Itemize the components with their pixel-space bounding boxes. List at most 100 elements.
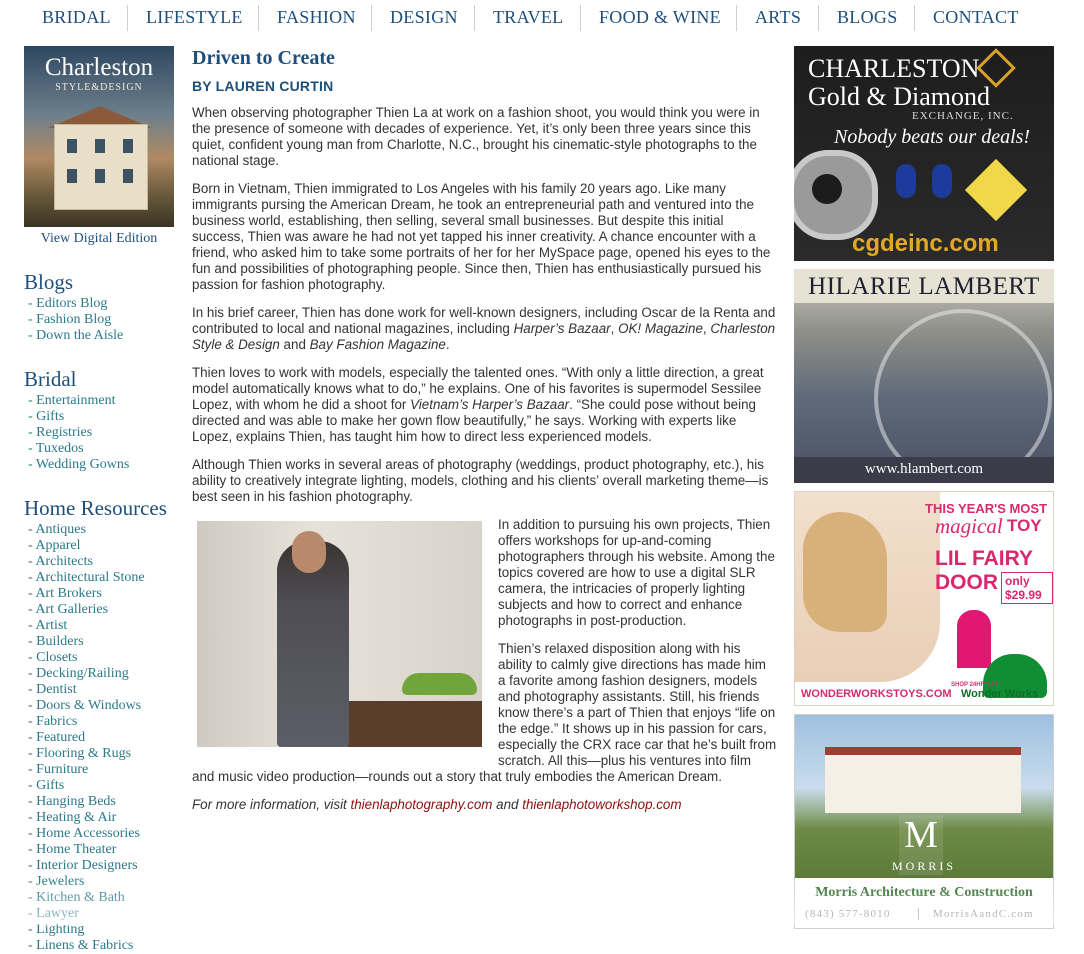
bridal-list: - Entertainment - Gifts - Registries - Tuxe… — [24, 393, 174, 473]
paragraph-text: , — [610, 321, 619, 336]
home-resources-link[interactable]: - Doors & Windows — [28, 698, 174, 714]
home-resources-link[interactable]: - Antiques — [28, 522, 174, 538]
home-resources-link[interactable]: - Decking/Railing — [28, 666, 174, 682]
fairy-door-ad[interactable]: THIS YEAR'S MOST magical TOY LIL FAIRY D… — [794, 491, 1054, 706]
nav-design[interactable]: DESIGN — [390, 7, 458, 28]
home-resources-list: - Antiques - Apparel - Architects - Archite… — [24, 522, 174, 954]
home-resources-link[interactable]: - Featured — [28, 730, 174, 746]
blogs-link[interactable]: - Down the Aisle — [28, 328, 174, 344]
magazine-name: Harper’s Bazaar — [513, 321, 611, 336]
ad-gold-url: cgdeinc.com — [852, 230, 999, 257]
morris-logo-letter: M — [904, 814, 938, 856]
home-resources-heading[interactable]: Home Resources — [24, 496, 174, 520]
article: Driven to Create BY LAUREN CURTIN When o… — [192, 46, 777, 825]
gold-diamond-ad[interactable]: CHARLESTON Gold & Diamond EXCHANGE, INC.… — [794, 46, 1054, 261]
article-paragraph: When observing photographer Thien La at … — [192, 105, 760, 168]
home-resources-link[interactable]: - Home Accessories — [28, 826, 174, 842]
ad-fairy-url: WONDERWORKSTOYS.COM — [801, 688, 952, 700]
cover-window — [95, 139, 105, 153]
home-resources-link[interactable]: - Architectural Stone — [28, 570, 174, 586]
magazine-name: Vietnam’s Harper’s Bazaar — [410, 397, 570, 412]
cover-window — [67, 169, 77, 183]
girl-hair — [803, 512, 887, 632]
article-paragraph: Although Thien works in several areas of… — [192, 457, 769, 504]
nav-food-wine[interactable]: FOOD & WINE — [599, 7, 721, 28]
home-resources-link[interactable]: - Closets — [28, 650, 174, 666]
home-resources-link[interactable]: - Furniture — [28, 762, 174, 778]
bridal-link[interactable]: - Registries — [28, 425, 174, 441]
photo-table — [347, 701, 482, 747]
hilarie-lambert-ad[interactable]: HILARIE LAMBERT www.hlambert.com — [794, 269, 1054, 483]
nav-divider — [371, 5, 372, 31]
ad-hilarie-url: www.hlambert.com — [864, 461, 984, 477]
home-resources-link[interactable]: - Lighting — [28, 922, 174, 938]
home-resources-link[interactable]: - Jewelers — [28, 874, 174, 890]
thienlaphotography-link[interactable]: thienlaphotography.com — [351, 797, 493, 812]
home-resources-link[interactable]: - Hanging Beds — [28, 794, 174, 810]
thienlaphotoworkshop-link[interactable]: thienlaphotoworkshop.com — [522, 797, 681, 812]
home-resources-link[interactable]: - Kitchen & Bath — [28, 890, 174, 906]
article-paragraph: Thien loves to work with models, especia… — [192, 365, 777, 445]
ad-gold-line2: Gold & Diamond — [808, 82, 990, 111]
home-resources-link[interactable]: - Architects — [28, 554, 174, 570]
nav-travel[interactable]: TRAVEL — [493, 7, 563, 28]
nav-divider — [474, 5, 475, 31]
photographer-portrait-image — [197, 521, 482, 747]
paragraph-text: and — [279, 337, 310, 352]
more-info-text: and — [492, 797, 523, 812]
blogs-heading[interactable]: Blogs — [24, 270, 174, 294]
nav-arts[interactable]: ARTS — [755, 7, 801, 28]
photo-head — [292, 531, 326, 573]
sapphire-earring-image — [896, 164, 916, 198]
plantation-house — [825, 747, 1021, 813]
home-resources-link[interactable]: - Art Galleries — [28, 602, 174, 618]
left-sidebar: Charleston STYLE&DESIGN View Digital Edi… — [24, 46, 174, 954]
ad-gold-line3: EXCHANGE, INC. — [912, 110, 1014, 122]
nav-bridal[interactable]: BRIDAL — [42, 7, 111, 28]
bridal-link[interactable]: - Gifts — [28, 409, 174, 425]
nav-divider — [818, 5, 819, 31]
home-resources-link[interactable]: - Linens & Fabrics — [28, 938, 174, 954]
home-resources-link[interactable]: - Builders — [28, 634, 174, 650]
magazine-name: OK! Magazine — [618, 321, 703, 336]
nav-blogs[interactable]: BLOGS — [837, 7, 898, 28]
bridal-link[interactable]: - Wedding Gowns — [28, 457, 174, 473]
right-ad-column: CHARLESTON Gold & Diamond EXCHANGE, INC.… — [794, 46, 1054, 937]
bridal-heading[interactable]: Bridal — [24, 367, 174, 391]
cover-window — [95, 169, 105, 183]
home-resources-link[interactable]: - Heating & Air — [28, 810, 174, 826]
cover-window — [123, 169, 133, 183]
home-resources-link[interactable]: - Fabrics — [28, 714, 174, 730]
home-resources-link[interactable]: - Gifts — [28, 778, 174, 794]
home-resources-link[interactable]: - Art Brokers — [28, 586, 174, 602]
bridal-link[interactable]: - Entertainment — [28, 393, 174, 409]
home-resources-link[interactable]: - Flooring & Rugs — [28, 746, 174, 762]
home-resources-link[interactable]: - Home Theater — [28, 842, 174, 858]
nav-contact[interactable]: CONTACT — [933, 7, 1019, 28]
home-resources-link[interactable]: - Apparel — [28, 538, 174, 554]
blogs-link[interactable]: - Editors Blog — [28, 296, 174, 312]
ad-hilarie-name: HILARIE LAMBERT — [808, 273, 1040, 300]
magazine-cover-image[interactable]: Charleston STYLE&DESIGN — [24, 46, 174, 227]
home-resources-link[interactable]: - Interior Designers — [28, 858, 174, 874]
view-digital-edition-link[interactable]: View Digital Edition — [24, 231, 174, 247]
home-resources-link[interactable]: - Lawyer — [28, 906, 174, 922]
magazine-name: Bay Fashion Magazine — [309, 337, 446, 352]
watch-image — [794, 150, 878, 240]
blogs-link[interactable]: - Fashion Blog — [28, 312, 174, 328]
nav-divider — [127, 5, 128, 31]
ad-morris-name: Morris Architecture & Construction — [815, 885, 1033, 900]
top-navigation: BRIDAL LIFESTYLE FASHION DESIGN TRAVEL F… — [0, 0, 1084, 36]
morris-architecture-ad[interactable]: M MORRIS Morris Architecture & Construct… — [794, 714, 1054, 929]
article-paragraph: In his brief career, Thien has done work… — [192, 305, 777, 353]
home-resources-link[interactable]: - Dentist — [28, 682, 174, 698]
ad-gold-line1: CHARLESTON — [808, 54, 980, 83]
ad-fairy-brand: Wonder Works — [961, 688, 1039, 700]
paragraph-text: . — [445, 337, 450, 352]
nav-divider — [258, 5, 259, 31]
home-resources-link[interactable]: - Artist — [28, 618, 174, 634]
nav-lifestyle[interactable]: LIFESTYLE — [146, 7, 243, 28]
bridal-link[interactable]: - Tuxedos — [28, 441, 174, 457]
ad-gold-tagline: Nobody beats our deals! — [834, 126, 1031, 148]
nav-fashion[interactable]: FASHION — [277, 7, 356, 28]
